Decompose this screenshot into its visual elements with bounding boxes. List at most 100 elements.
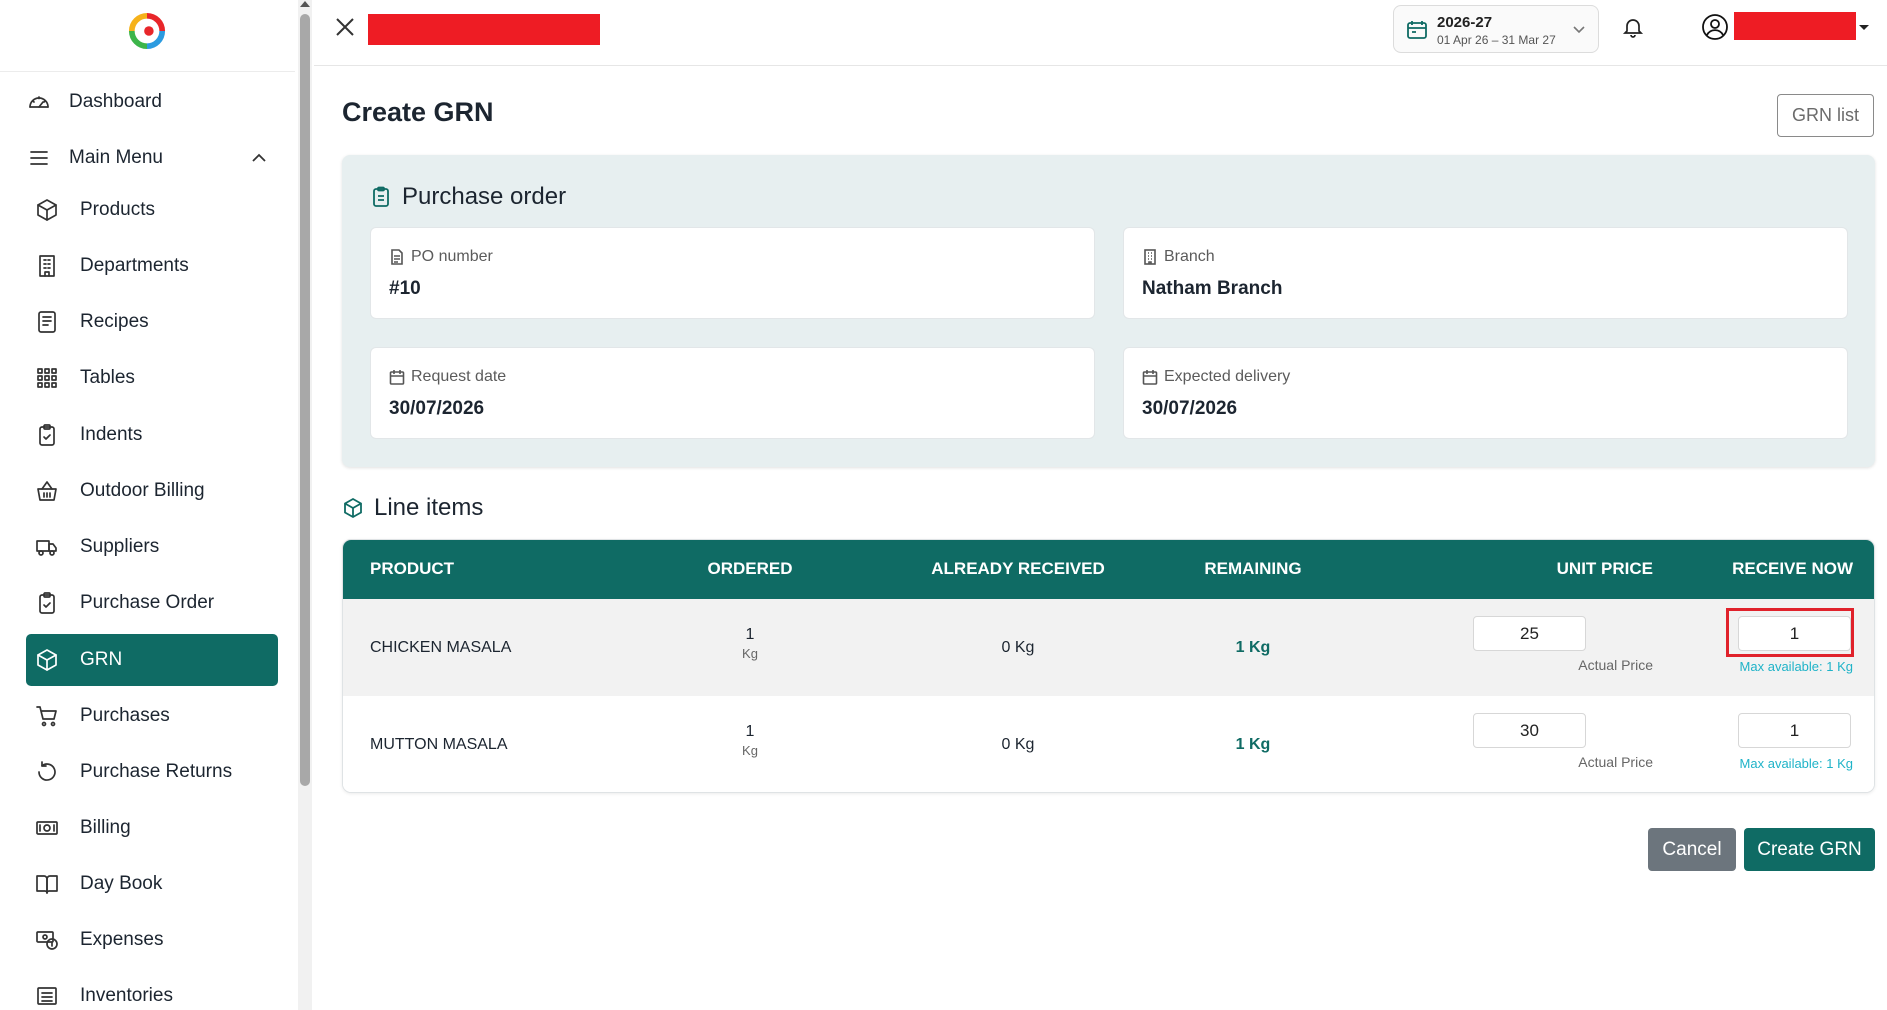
chevron-up-icon[interactable] (250, 149, 268, 167)
box-icon (34, 647, 60, 673)
line-items-table: PRODUCT ORDERED ALREADY RECEIVED REMAINI… (342, 539, 1875, 793)
header-remaining: REMAINING (1204, 559, 1302, 578)
ordered-qty: 1 (745, 723, 755, 740)
basket-icon (34, 478, 60, 504)
po-number-value: #10 (389, 278, 421, 299)
sidebar-item-departments[interactable]: Departments (26, 240, 278, 292)
sidebar-item-label: Day Book (80, 873, 163, 894)
expected-delivery-label: Expected delivery (1142, 368, 1290, 386)
expected-delivery-value: 30/07/2026 (1142, 398, 1238, 419)
sidebar-item-suppliers[interactable]: Suppliers (26, 521, 278, 573)
redacted-username (1734, 12, 1856, 40)
ordered-unit: Kg (742, 646, 758, 661)
sidebar-item-recipes[interactable]: Recipes (26, 296, 278, 348)
remaining: 1 Kg (1235, 639, 1271, 656)
table-header: PRODUCT ORDERED ALREADY RECEIVED REMAINI… (343, 540, 1874, 599)
unit-price-input[interactable] (1473, 616, 1586, 651)
clipboard-check-icon (34, 590, 60, 616)
cash-icon (34, 815, 60, 841)
calendar-icon (389, 369, 405, 385)
sidebar-item-label: Departments (80, 255, 189, 276)
section-title-text: Line items (374, 494, 484, 521)
sidebar-item-outdoor-billing[interactable]: Outdoor Billing (26, 465, 278, 517)
sidebar-item-label: Purchases (80, 705, 170, 726)
header-receive-now: RECEIVE NOW (1732, 559, 1853, 578)
request-date-label: Request date (389, 368, 506, 386)
ordered-cell: 1 Kg (690, 723, 810, 758)
sidebar-item-products[interactable]: Products (26, 184, 278, 236)
po-number-label: PO number (389, 248, 493, 266)
line-items-heading: Line items (342, 494, 483, 522)
sidebar-item-grn[interactable]: GRN (26, 634, 278, 686)
product-name: MUTTON MASALA (370, 736, 508, 753)
receive-now-hint: Max available: 1 Kg (1739, 756, 1853, 771)
sidebar: Dashboard Main Menu Products Departments… (0, 0, 295, 1010)
label-text: PO number (411, 248, 493, 265)
sidebar-item-expenses[interactable]: Expenses (26, 914, 278, 966)
building-icon (34, 253, 60, 279)
box-icon (342, 497, 364, 519)
document-icon (389, 249, 405, 265)
money-icon (34, 927, 60, 953)
label-text: Branch (1164, 248, 1215, 265)
sidebar-item-label: Indents (80, 424, 143, 445)
sidebar-item-purchases[interactable]: Purchases (26, 690, 278, 742)
ordered-cell: 1 Kg (690, 626, 810, 661)
user-avatar-icon[interactable] (1701, 13, 1729, 41)
clipboard-check-icon (34, 422, 60, 448)
table-row: MUTTON MASALA 1 Kg 0 Kg 1 Kg Actual Pric… (343, 696, 1874, 792)
header-product: PRODUCT (370, 559, 455, 578)
request-date-value: 30/07/2026 (389, 398, 485, 419)
grid-icon (34, 365, 60, 391)
receive-now-input[interactable] (1738, 713, 1851, 748)
sidebar-item-label: Main Menu (69, 147, 163, 168)
product-name: CHICKEN MASALA (370, 639, 512, 656)
sidebar-item-main-menu[interactable]: Main Menu (26, 132, 278, 184)
refresh-icon (34, 759, 60, 785)
request-date-card: Request date 30/07/2026 (370, 347, 1095, 439)
create-grn-button[interactable]: Create GRN (1744, 828, 1875, 871)
redacted-title (368, 14, 600, 45)
sidebar-item-label: Billing (80, 817, 131, 838)
sidebar-item-label: Recipes (80, 311, 149, 332)
branch-label: Branch (1142, 248, 1215, 266)
already-received: 0 Kg (1001, 736, 1035, 753)
unit-price-hint: Actual Price (1578, 657, 1653, 673)
fiscal-year: 2026-27 (1437, 14, 1493, 31)
sidebar-item-label: Products (80, 199, 155, 220)
close-icon[interactable] (334, 16, 356, 38)
table-row: CHICKEN MASALA 1 Kg 0 Kg 1 Kg Actual Pri… (343, 599, 1874, 696)
unit-price-input[interactable] (1473, 713, 1586, 748)
box-icon (34, 197, 60, 223)
sidebar-item-day-book[interactable]: Day Book (26, 858, 278, 910)
grn-list-button[interactable]: GRN list (1777, 94, 1874, 137)
sidebar-item-purchase-order[interactable]: Purchase Order (26, 577, 278, 629)
building-icon (1142, 249, 1158, 265)
ordered-unit: Kg (742, 743, 758, 758)
caret-down-icon[interactable] (1859, 25, 1869, 30)
sidebar-item-tables[interactable]: Tables (26, 352, 278, 404)
sidebar-item-inventories[interactable]: Inventories (26, 970, 278, 1010)
app-logo[interactable] (128, 11, 166, 51)
sidebar-scrollbar-thumb[interactable] (300, 14, 310, 786)
sidebar-item-billing[interactable]: Billing (26, 802, 278, 854)
label-text: Request date (411, 368, 507, 385)
menu-icon (26, 145, 52, 171)
sidebar-item-label: Purchase Order (80, 592, 215, 613)
sidebar-item-purchase-returns[interactable]: Purchase Returns (26, 746, 278, 798)
sidebar-item-label: GRN (80, 649, 123, 670)
sidebar-item-label: Dashboard (69, 91, 162, 112)
purchase-order-panel: Purchase order PO number #10 Branch Nath… (342, 155, 1875, 467)
clipboard-icon (370, 186, 392, 208)
sidebar-item-indents[interactable]: Indents (26, 409, 278, 461)
scroll-up-arrow-icon[interactable] (300, 1, 310, 7)
remaining: 1 Kg (1235, 736, 1271, 753)
bell-icon[interactable] (1621, 15, 1645, 39)
label-text: Expected delivery (1164, 368, 1291, 385)
expected-delivery-card: Expected delivery 30/07/2026 (1123, 347, 1848, 439)
sidebar-divider (0, 71, 295, 72)
sidebar-item-dashboard[interactable]: Dashboard (26, 76, 278, 128)
sidebar-item-label: Outdoor Billing (80, 480, 205, 501)
cancel-button[interactable]: Cancel (1648, 828, 1736, 871)
fiscal-year-selector[interactable]: 2026-27 01 Apr 26 – 31 Mar 27 (1393, 5, 1599, 53)
